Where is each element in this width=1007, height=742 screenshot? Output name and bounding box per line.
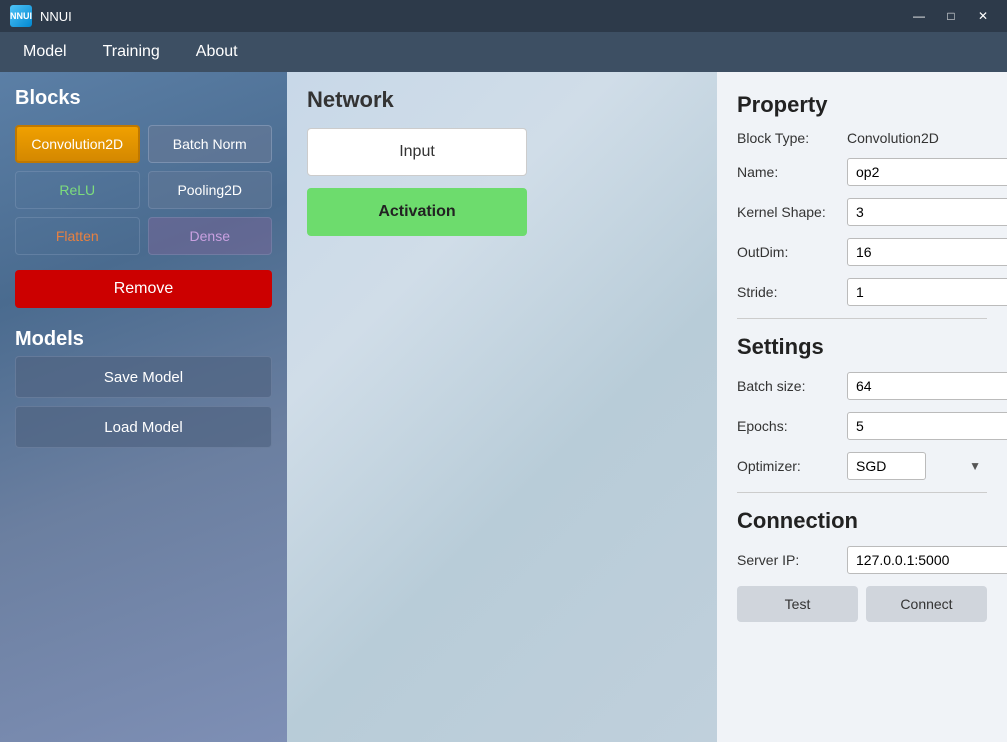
dense-button[interactable]: Dense <box>148 217 273 255</box>
models-title: Models <box>15 328 272 351</box>
menu-item-training[interactable]: Training <box>95 39 168 65</box>
convolution2d-button[interactable]: Convolution2D <box>15 125 140 163</box>
divider-2 <box>737 492 987 493</box>
relu-button[interactable]: ReLU <box>15 171 140 209</box>
models-section: Models Save Model Load Model <box>15 328 272 456</box>
network-area[interactable]: Network Input Activation <box>287 72 717 742</box>
server-ip-label: Server IP: <box>737 552 847 568</box>
epochs-label: Epochs: <box>737 418 847 434</box>
optimizer-select[interactable]: SGD Adam RMSProp Adagrad <box>847 452 926 480</box>
epochs-row: Epochs: <box>737 412 987 440</box>
menu-bar: Model Training About <box>0 32 1007 72</box>
epochs-input[interactable] <box>847 412 1007 440</box>
app-logo: NNUI <box>10 5 32 27</box>
main-content: Blocks Convolution2D Batch Norm ReLU Poo… <box>0 72 1007 742</box>
outdim-label: OutDim: <box>737 244 847 260</box>
kernel-shape-input[interactable] <box>847 198 1007 226</box>
optimizer-row: Optimizer: SGD Adam RMSProp Adagrad ▼ <box>737 452 987 480</box>
flatten-button[interactable]: Flatten <box>15 217 140 255</box>
test-button[interactable]: Test <box>737 586 858 622</box>
title-bar-controls: — □ ✕ <box>905 5 997 27</box>
server-ip-row: Server IP: <box>737 546 987 574</box>
menu-item-model[interactable]: Model <box>15 39 75 65</box>
minimize-button[interactable]: — <box>905 5 933 27</box>
batchnorm-button[interactable]: Batch Norm <box>148 125 273 163</box>
chevron-down-icon: ▼ <box>969 459 981 473</box>
bottom-buttons: Test Connect <box>737 586 987 622</box>
stride-input[interactable] <box>847 278 1007 306</box>
server-ip-input[interactable] <box>847 546 1007 574</box>
stride-label: Stride: <box>737 284 847 300</box>
menu-item-about[interactable]: About <box>188 39 246 65</box>
sidebar: Blocks Convolution2D Batch Norm ReLU Poo… <box>0 72 287 742</box>
remove-button[interactable]: Remove <box>15 270 272 308</box>
property-title: Property <box>737 92 987 118</box>
kernel-shape-label: Kernel Shape: <box>737 204 847 220</box>
network-node-activation[interactable]: Activation <box>307 188 527 236</box>
connection-title: Connection <box>737 508 987 534</box>
batch-size-row: Batch size: <box>737 372 987 400</box>
property-panel: Property Block Type: Convolution2D Name:… <box>717 72 1007 742</box>
kernel-shape-row: Kernel Shape: <box>737 198 987 226</box>
batch-size-label: Batch size: <box>737 378 847 394</box>
load-model-button[interactable]: Load Model <box>15 406 272 448</box>
network-title: Network <box>307 87 697 113</box>
maximize-button[interactable]: □ <box>937 5 965 27</box>
pooling2d-button[interactable]: Pooling2D <box>148 171 273 209</box>
name-row: Name: <box>737 158 987 186</box>
block-type-label: Block Type: <box>737 130 847 146</box>
settings-title: Settings <box>737 334 987 360</box>
optimizer-wrapper: SGD Adam RMSProp Adagrad ▼ <box>847 452 987 480</box>
outdim-input[interactable] <box>847 238 1007 266</box>
title-bar-left: NNUI NNUI <box>10 5 72 27</box>
divider-1 <box>737 318 987 319</box>
block-type-value: Convolution2D <box>847 130 939 146</box>
outdim-row: OutDim: <box>737 238 987 266</box>
save-model-button[interactable]: Save Model <box>15 356 272 398</box>
stride-row: Stride: <box>737 278 987 306</box>
batch-size-input[interactable] <box>847 372 1007 400</box>
block-type-row: Block Type: Convolution2D <box>737 130 987 146</box>
close-button[interactable]: ✕ <box>969 5 997 27</box>
connect-button[interactable]: Connect <box>866 586 987 622</box>
blocks-title: Blocks <box>15 87 272 110</box>
blocks-grid: Convolution2D Batch Norm ReLU Pooling2D … <box>15 125 272 255</box>
optimizer-label: Optimizer: <box>737 458 847 474</box>
title-bar: NNUI NNUI — □ ✕ <box>0 0 1007 32</box>
name-label: Name: <box>737 164 847 180</box>
name-input[interactable] <box>847 158 1007 186</box>
network-node-input[interactable]: Input <box>307 128 527 176</box>
app-title: NNUI <box>40 9 72 24</box>
